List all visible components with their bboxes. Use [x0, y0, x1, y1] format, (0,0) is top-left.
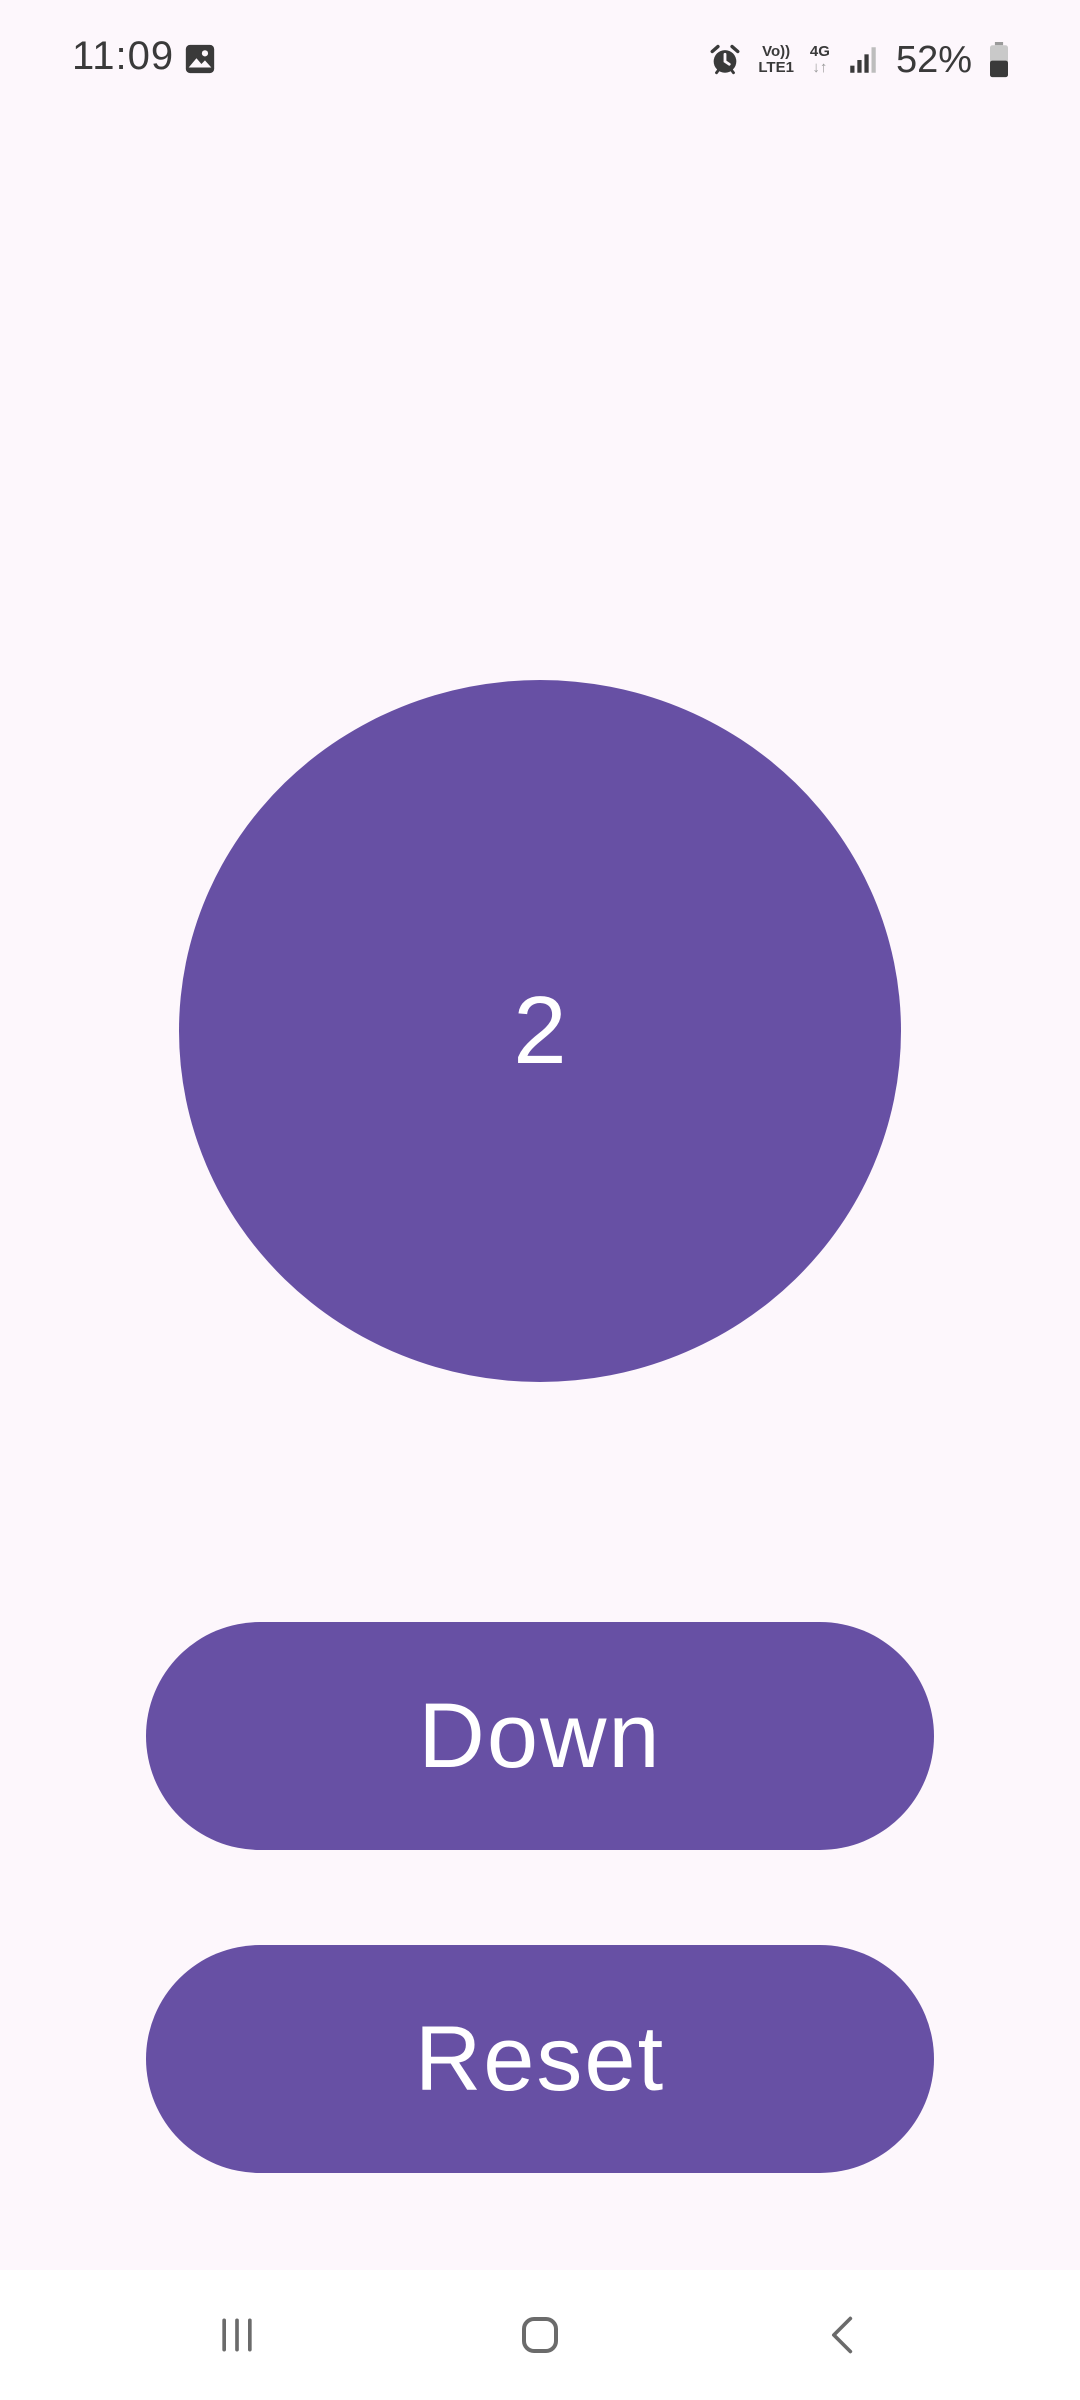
app-screen: 11:09 Vo)) LTE1 4G ↓↑ 52% 2 Down Reset: [0, 0, 1080, 2400]
status-icons: Vo)) LTE1 4G ↓↑ 52%: [708, 30, 1010, 90]
volte-bottom-label: LTE1: [758, 59, 794, 76]
recents-button[interactable]: [167, 2270, 307, 2400]
volte-indicator: Vo)) LTE1: [758, 44, 794, 76]
battery-percent: 52%: [895, 38, 972, 81]
down-button[interactable]: Down: [146, 1622, 934, 1850]
volte-top-label: Vo)): [762, 43, 791, 60]
home-button[interactable]: [470, 2270, 610, 2400]
back-icon: [832, 2316, 853, 2354]
battery-fill: [990, 60, 1008, 78]
navigation-bar: [0, 2270, 1080, 2400]
signal-icon: [850, 47, 876, 73]
status-bar: 11:09 Vo)) LTE1 4G ↓↑ 52%: [0, 0, 1080, 120]
gallery-icon: [185, 44, 215, 74]
reset-button[interactable]: Reset: [146, 1945, 934, 2173]
alarm-icon: [710, 44, 740, 75]
network-type-indicator: 4G ↓↑: [810, 44, 830, 76]
home-icon: [522, 2317, 558, 2353]
reset-button-label: Reset: [414, 2007, 666, 2110]
battery-icon: [990, 42, 1008, 78]
status-time: 11:09: [72, 34, 175, 78]
counter-value: 2: [513, 977, 567, 1084]
network-arrows: ↓↑: [812, 59, 828, 76]
counter-circle-button[interactable]: 2: [179, 680, 901, 1382]
back-button[interactable]: [773, 2270, 913, 2400]
down-button-label: Down: [418, 1684, 662, 1787]
recents-icon: [222, 2318, 252, 2352]
network-type-label: 4G: [809, 43, 830, 60]
